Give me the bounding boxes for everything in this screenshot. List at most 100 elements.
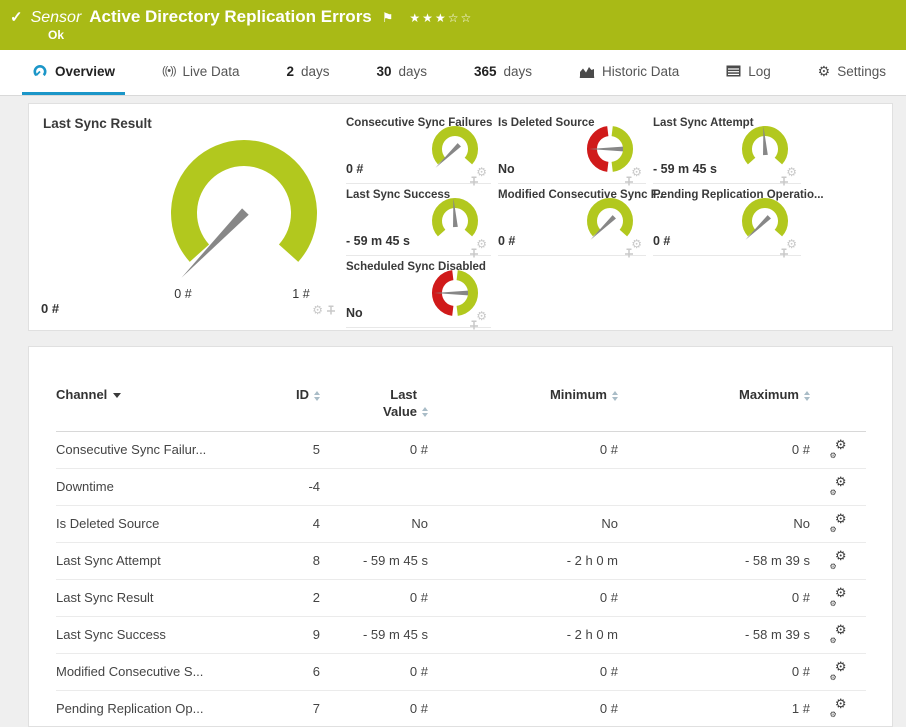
gauge-dial: [587, 198, 633, 240]
cell-id: -4: [268, 468, 320, 506]
gauge-cell-consecutive-sync-failures: Consecutive Sync Failures 0 # ⚙: [346, 112, 492, 186]
gauge-dial: [171, 140, 317, 278]
channel-settings-gears-icon[interactable]: ⚙ ⚙: [830, 474, 847, 497]
column-header-id[interactable]: ID: [268, 383, 320, 432]
tab-label: Settings: [837, 63, 886, 79]
channel-settings-gears-icon[interactable]: ⚙ ⚙: [830, 622, 847, 645]
tab-settings[interactable]: ⚙ Settings: [808, 50, 896, 95]
cell-minimum: 0 #: [428, 690, 618, 726]
channels-table: Channel ID Last Value Minimum Maximum Consec…: [56, 383, 866, 726]
cell-id: 7: [268, 690, 320, 726]
gauge-cell-modified-consecutive-sync-f: Modified Consecutive Sync F... 0 # ⚙: [498, 184, 666, 259]
cell-minimum: No: [428, 505, 618, 543]
table-row-pending-replication-op: Pending Replication Op... 7 0 #0 #1 # ⚙ ⚙: [56, 690, 866, 726]
cell-minimum: 0 #: [428, 431, 618, 469]
gauge-value: No: [498, 162, 515, 176]
cell-channel: Downtime: [56, 468, 268, 506]
primary-channel-gauge-cell: Last Sync Result 0 # 1 # 0 # ⚙: [29, 104, 344, 330]
column-label: Minimum: [549, 387, 607, 402]
cell-channel: Pending Replication Op...: [56, 690, 268, 726]
tab-number: 2: [286, 63, 294, 79]
gauge-dial: [432, 198, 478, 237]
sort-toggle-icon[interactable]: [422, 407, 428, 418]
priority-stars[interactable]: ★★★☆☆: [409, 11, 473, 25]
column-label: ID: [296, 387, 309, 402]
cell-channel: Last Sync Result: [56, 579, 268, 617]
pin-icon[interactable]: [624, 248, 634, 259]
cell-last-value: 0 #: [320, 690, 428, 726]
flag-icon[interactable]: ⚑: [382, 10, 394, 26]
gauge-title: Last Sync Success: [346, 189, 451, 201]
cell-id: 9: [268, 616, 320, 654]
sort-direction-caret-icon: [113, 393, 122, 399]
cell-channel: Modified Consecutive S...: [56, 653, 268, 691]
cell-maximum: - 58 m 39 s: [618, 542, 810, 580]
column-header-channel[interactable]: Channel: [56, 383, 268, 432]
cell-last-value: [320, 468, 428, 506]
sensor-status-badge: Ok: [48, 28, 65, 42]
column-header-maximum[interactable]: Maximum: [618, 383, 810, 432]
tab-bar: Overview ((•)) Live Data 2 days 30 days 365 days…: [0, 50, 906, 96]
gauge-value: 0 #: [346, 162, 364, 176]
gauge-value: - 59 m 45 s: [653, 162, 717, 176]
gauge-dial: [742, 198, 788, 240]
small-gauges-grid: Consecutive Sync Failures 0 # ⚙ Is Deleted …: [346, 112, 824, 331]
cell-minimum: [428, 468, 618, 506]
tab-365-days[interactable]: 365 days: [464, 50, 542, 95]
tab-30-days[interactable]: 30 days: [366, 50, 437, 95]
object-kind-label: Sensor: [30, 9, 82, 26]
cell-id: 2: [268, 579, 320, 617]
cell-maximum: No: [618, 505, 810, 543]
gauge-dial: [432, 126, 478, 168]
column-label: Last Value: [383, 387, 417, 419]
table-row-last-sync-result: Last Sync Result 2 0 #0 #0 # ⚙ ⚙: [56, 579, 866, 617]
channel-settings-gears-icon[interactable]: ⚙ ⚙: [830, 437, 847, 460]
gauge-dial: [432, 270, 478, 316]
channel-settings-gears-icon[interactable]: ⚙ ⚙: [830, 585, 847, 608]
channel-settings-gears-icon[interactable]: ⚙ ⚙: [830, 511, 847, 534]
tab-label: days: [398, 63, 428, 79]
tab-log[interactable]: Log: [716, 50, 781, 95]
tab-historic-data[interactable]: Historic Data: [569, 50, 689, 95]
tab-overview[interactable]: Overview: [22, 50, 126, 95]
cell-id: 4: [268, 505, 320, 543]
pin-icon[interactable]: [469, 320, 479, 331]
pin-icon[interactable]: [779, 248, 789, 259]
gauges-panel: Last Sync Result 0 # 1 # 0 # ⚙ Consecuti…: [28, 103, 893, 331]
gauge-max-label: 1 #: [292, 287, 310, 301]
pin-icon[interactable]: [326, 304, 336, 316]
table-row-downtime: Downtime -4 ⚙ ⚙: [56, 468, 866, 506]
sort-toggle-icon[interactable]: [804, 390, 810, 401]
gauge-cell-last-sync-attempt: Last Sync Attempt - 59 m 45 s ⚙: [653, 112, 801, 186]
sort-toggle-icon[interactable]: [612, 390, 618, 401]
tab-live-data[interactable]: ((•)) Live Data: [152, 50, 250, 95]
channel-settings-gears-icon[interactable]: ⚙ ⚙: [830, 548, 847, 571]
cell-channel: Consecutive Sync Failur...: [56, 431, 268, 469]
cell-id: 5: [268, 431, 320, 469]
cell-id: 6: [268, 653, 320, 691]
settings-gear-icon: ⚙: [817, 62, 831, 79]
column-header-last-value[interactable]: Last Value: [320, 383, 428, 432]
sensor-title: Active Directory Replication Errors: [89, 7, 372, 26]
gauge-title: Pending Replication Operatio...: [653, 189, 824, 201]
log-icon: [726, 65, 741, 77]
column-header-minimum[interactable]: Minimum: [428, 383, 618, 432]
gauge-value: 0 #: [41, 301, 60, 316]
cell-channel: Last Sync Attempt: [56, 542, 268, 580]
cell-maximum: 0 #: [618, 579, 810, 617]
table-row-is-deleted-source: Is Deleted Source 4 No No No ⚙ ⚙: [56, 505, 866, 543]
gauge-settings-gear-icon[interactable]: ⚙: [312, 304, 323, 316]
tab-label: Overview: [55, 63, 116, 79]
channel-settings-gears-icon[interactable]: ⚙ ⚙: [830, 659, 847, 682]
gauge-title: Is Deleted Source: [498, 117, 595, 129]
cell-minimum: - 2 h 0 m: [428, 616, 618, 654]
channel-settings-gears-icon[interactable]: ⚙ ⚙: [830, 696, 847, 719]
cell-maximum: 0 #: [618, 431, 810, 469]
tab-2-days[interactable]: 2 days: [276, 50, 339, 95]
gauge-title: Modified Consecutive Sync F...: [498, 189, 667, 201]
cell-minimum: 0 #: [428, 579, 618, 617]
sort-toggle-icon[interactable]: [314, 390, 320, 401]
sensor-header: ✓ Sensor Active Directory Replication Er…: [0, 0, 906, 50]
status-check-icon: ✓: [10, 9, 23, 26]
tab-number: 30: [376, 63, 392, 79]
